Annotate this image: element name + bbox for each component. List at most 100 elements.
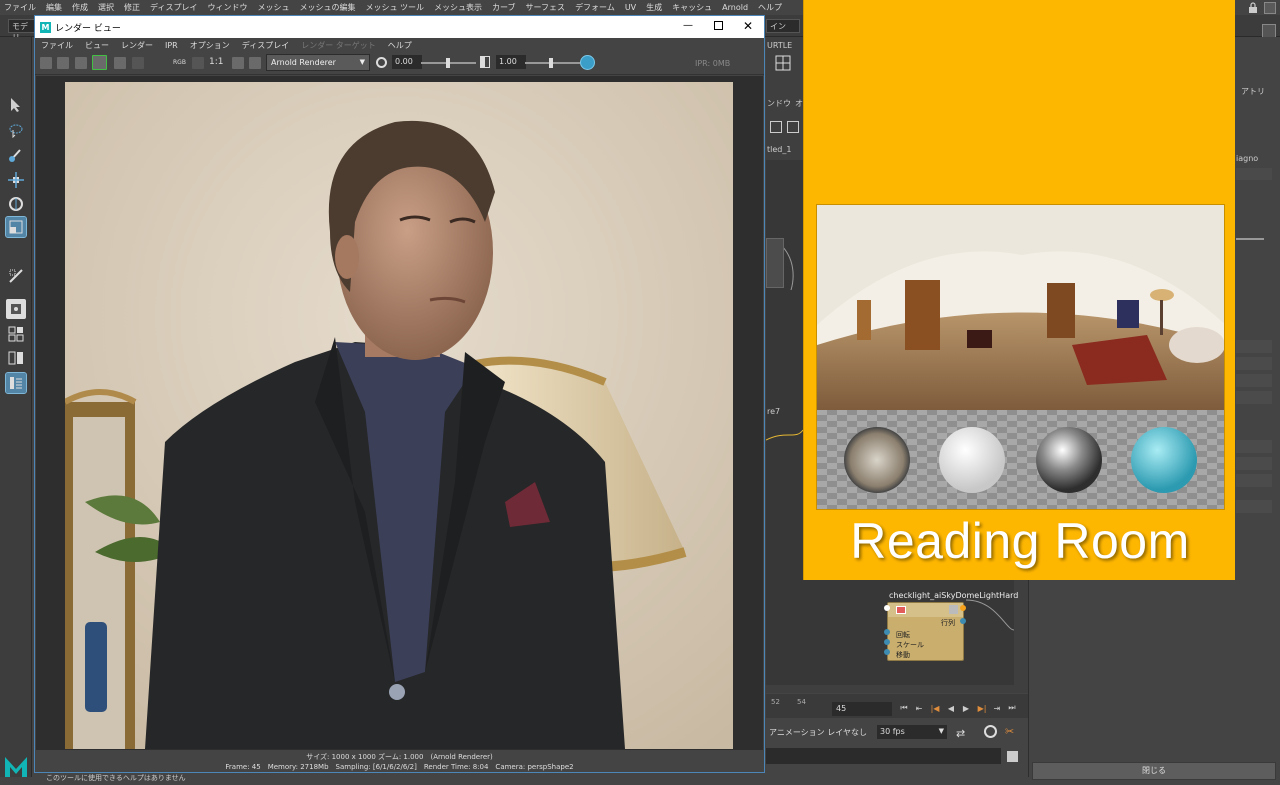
- maya-menu-item[interactable]: メッシュ表示: [434, 2, 482, 13]
- maya-menu-item[interactable]: UV: [625, 3, 636, 12]
- real-size-label[interactable]: 1:1: [209, 57, 223, 67]
- maya-menu-item[interactable]: Arnold: [722, 3, 748, 12]
- alpha-icon[interactable]: [192, 57, 204, 69]
- render-icon[interactable]: [40, 57, 52, 69]
- maya-menu-item[interactable]: カーブ: [492, 2, 516, 13]
- attr-row[interactable]: [1236, 457, 1272, 470]
- maya-menu-item[interactable]: ウィンドウ: [207, 2, 247, 13]
- maya-menu-item[interactable]: 修正: [124, 2, 140, 13]
- menu-render[interactable]: レンダー: [121, 40, 153, 51]
- panel-icon[interactable]: [1264, 2, 1276, 14]
- four-view-icon[interactable]: [6, 324, 26, 344]
- attr-row[interactable]: [1236, 340, 1272, 353]
- current-frame-field[interactable]: 45: [832, 702, 892, 716]
- attr-row[interactable]: [1236, 440, 1272, 453]
- maximize-icon[interactable]: [714, 21, 723, 30]
- workspace-dropdown[interactable]: イン: [766, 19, 800, 33]
- close-icon[interactable]: ✕: [743, 19, 753, 33]
- frame-region-icon[interactable]: [232, 57, 244, 69]
- node-rotate-port[interactable]: [884, 629, 890, 635]
- sky-dome-light-node[interactable]: 行列 回転 スケール 移動: [887, 602, 964, 661]
- attr-row[interactable]: [1236, 357, 1272, 370]
- menu-file[interactable]: ファイル: [41, 40, 73, 51]
- maya-menu-item[interactable]: キャッシュ: [672, 2, 712, 13]
- menu-view[interactable]: ビュー: [85, 40, 109, 51]
- step-back-key-icon[interactable]: ⇤: [914, 703, 924, 713]
- gamma-field[interactable]: 1.00: [496, 55, 526, 69]
- attr-slider[interactable]: [1236, 238, 1264, 240]
- paint-select-icon[interactable]: [6, 145, 26, 165]
- maya-menu-item[interactable]: メッシュ: [257, 2, 289, 13]
- grid-icon[interactable]: [775, 55, 791, 71]
- untitled-tab[interactable]: tled_1: [767, 145, 791, 154]
- attr-row[interactable]: [1236, 474, 1272, 487]
- color-management-icon[interactable]: [580, 55, 595, 70]
- menu-ipr[interactable]: IPR: [165, 41, 178, 50]
- refresh-icon[interactable]: [114, 57, 126, 69]
- auto-key-icon[interactable]: [984, 725, 997, 738]
- exposure-slider-handle[interactable]: [446, 58, 450, 68]
- step-back-frame-icon[interactable]: |◀: [930, 703, 940, 713]
- exposure-slider[interactable]: [421, 58, 476, 68]
- maya-menu-item[interactable]: メッシュ ツール: [365, 2, 424, 13]
- minimize-icon[interactable]: —: [683, 20, 693, 31]
- play-backward-icon[interactable]: ◀: [946, 703, 956, 713]
- attr-row[interactable]: [1236, 168, 1272, 180]
- anim-layer-dropdown[interactable]: アニメーション レイヤなし: [769, 727, 869, 738]
- move-tool-icon[interactable]: [6, 170, 26, 190]
- script-editor-icon[interactable]: [1007, 751, 1018, 762]
- close-button[interactable]: 閉じる: [1032, 762, 1276, 780]
- step-forward-key-icon[interactable]: ⇥: [992, 703, 1002, 713]
- go-to-end-icon[interactable]: ⏭: [1007, 703, 1017, 713]
- ipr-icon[interactable]: [92, 55, 107, 70]
- maya-menu-item[interactable]: メッシュの編集: [299, 2, 355, 13]
- channel-box-icon[interactable]: [1262, 24, 1276, 38]
- loop-icon[interactable]: ⇄: [956, 727, 965, 740]
- node-input-port[interactable]: [884, 605, 890, 611]
- maya-menu-item[interactable]: 編集: [46, 2, 62, 13]
- turtle-shelf-tab[interactable]: URTLE: [767, 41, 792, 50]
- attribute-tab[interactable]: アトリ: [1241, 86, 1265, 97]
- maya-menu-item[interactable]: 生成: [646, 2, 662, 13]
- node-collapse-icon[interactable]: [949, 605, 958, 614]
- step-forward-frame-icon[interactable]: ▶|: [977, 703, 987, 713]
- rgb-channel-label[interactable]: RGB: [173, 59, 186, 66]
- lock-icon[interactable]: [1248, 2, 1258, 13]
- node-translate-port[interactable]: [884, 649, 890, 655]
- attr-row[interactable]: [1236, 391, 1272, 404]
- maya-menu-item[interactable]: 選択: [98, 2, 114, 13]
- lasso-tool-icon[interactable]: [6, 120, 26, 140]
- select-tool-icon[interactable]: [6, 95, 26, 115]
- go-to-start-icon[interactable]: ⏮: [899, 703, 909, 713]
- command-line[interactable]: [766, 748, 1001, 764]
- node-matrix-port[interactable]: [960, 618, 966, 624]
- fps-dropdown[interactable]: 30 fps ▼: [877, 725, 947, 739]
- rotate-tool-icon[interactable]: [6, 194, 26, 214]
- render-region-icon[interactable]: [57, 57, 69, 69]
- outliner-view-icon[interactable]: [5, 372, 27, 394]
- exposure-field[interactable]: 0.00: [392, 55, 422, 69]
- maya-menu-item[interactable]: デフォーム: [575, 2, 615, 13]
- node-output-port[interactable]: [960, 605, 966, 611]
- preferences-icon[interactable]: ✂: [1005, 725, 1014, 738]
- maya-menu-item[interactable]: ディスプレイ: [150, 2, 197, 13]
- gamma-slider-handle[interactable]: [549, 58, 553, 68]
- menu-display[interactable]: ディスプレイ: [242, 40, 289, 51]
- maya-menu-item[interactable]: ヘルプ: [758, 2, 782, 13]
- attr-row[interactable]: [1236, 374, 1272, 387]
- single-view-icon[interactable]: [6, 299, 26, 319]
- last-tool-icon[interactable]: [6, 266, 26, 286]
- graph-icon[interactable]: [787, 121, 799, 133]
- window-menu[interactable]: ンドウ: [767, 98, 791, 109]
- snapshot-icon[interactable]: [75, 57, 87, 69]
- maya-menu-item[interactable]: 作成: [72, 2, 88, 13]
- node-scale-port[interactable]: [884, 639, 890, 645]
- options-menu[interactable]: オ: [795, 98, 803, 109]
- menu-options[interactable]: オプション: [190, 40, 230, 51]
- menu-help[interactable]: ヘルプ: [388, 40, 412, 51]
- frame-all-icon[interactable]: [249, 57, 261, 69]
- graph-icon[interactable]: [770, 121, 782, 133]
- attr-row[interactable]: [1236, 500, 1272, 513]
- scale-tool-icon[interactable]: [5, 216, 27, 238]
- maya-menu-item[interactable]: ファイル: [4, 2, 36, 13]
